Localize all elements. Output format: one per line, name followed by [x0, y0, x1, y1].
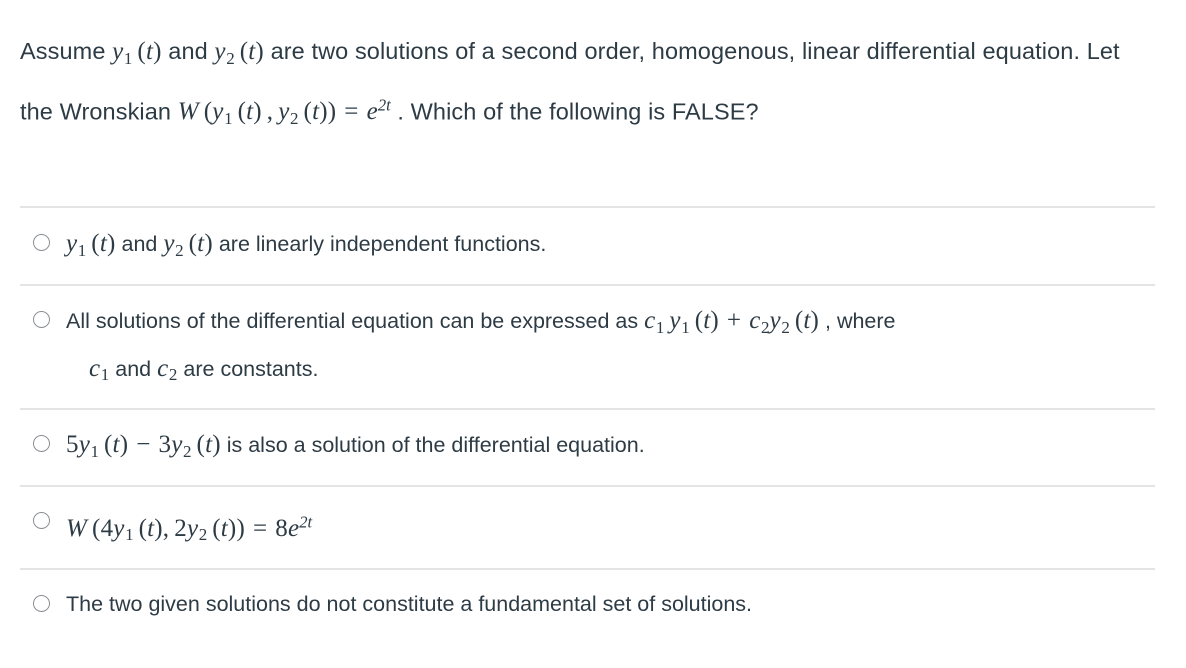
answer-2-second-line: c1 and c2 are constants. — [66, 348, 1151, 396]
math-var-t: t — [803, 306, 811, 334]
answer-option-2-text: All solutions of the differential equati… — [66, 300, 1155, 396]
stem-text-part-3: are two solutions of a second order, hom… — [263, 38, 796, 64]
answer-option-3-text: 5y1 (t) −3y2 (t) is also a solution of the … — [66, 424, 1155, 472]
math-wronskian-scaled: W (4y1 (t), 2y2 (t)) = 8e2t — [66, 512, 313, 545]
math-sub-2: 2 — [290, 109, 299, 129]
answer-option-4[interactable]: W (4y1 (t), 2y2 (t)) = 8e2t — [20, 485, 1155, 568]
math-var-y1: y — [669, 306, 681, 334]
stem-text-part-5: . Which — [390, 98, 477, 125]
math-sub-2: 2 — [761, 317, 770, 337]
math-coefficient-3: 3 — [158, 431, 172, 459]
stem-text-part-1: Assume — [20, 38, 113, 64]
math-var-c: c — [749, 306, 761, 334]
math-exponent-2t: 2t — [299, 512, 313, 532]
math-var-c: c — [157, 354, 169, 382]
math-var-y2: y — [214, 38, 226, 65]
math-sub-1: 1 — [77, 240, 87, 260]
math-c2: c2 — [157, 354, 177, 385]
math-equals: = — [252, 514, 268, 542]
math-c1-y1-plus-c2-y2: c1 y1 (t) + c2y2 (t) — [644, 306, 820, 337]
radio-button-icon[interactable] — [33, 310, 50, 328]
math-var-y2: y — [769, 306, 781, 334]
math-exponent-2t: 2t — [377, 95, 391, 115]
math-sub-2: 2 — [781, 317, 790, 337]
math-var-c: c — [644, 306, 656, 334]
math-sub-1: 1 — [125, 525, 134, 545]
math-sub-1: 1 — [224, 109, 233, 129]
radio-button-icon[interactable] — [33, 512, 50, 530]
math-var-y1: y — [112, 38, 124, 65]
stem-text-part-2: and — [161, 38, 215, 64]
radio-button-icon[interactable] — [33, 435, 50, 453]
answer-options-list: y1 (t) and y2 (t) are linearly independent… — [0, 206, 1186, 638]
math-sub-2: 2 — [175, 240, 184, 260]
math-var-e: e — [366, 98, 378, 126]
answer-2-tail: , where — [819, 308, 896, 333]
stem-text-part-6: of the following is FALSE? — [483, 98, 759, 125]
math-equals: = — [344, 98, 359, 126]
radio-button-icon[interactable] — [33, 595, 50, 613]
answer-option-1-text: y1 (t) and y2 (t) are linearly independent… — [66, 223, 1155, 271]
math-coefficient-5: 5 — [66, 431, 79, 459]
math-wronskian-expression: W (y1 (t), y2 (t)) = e2t — [177, 95, 391, 129]
answer-3-tail: is also a solution of the differential e… — [220, 433, 645, 458]
answer-2-line2-and: and — [109, 356, 158, 381]
math-coefficient-4: 4 — [100, 514, 114, 542]
math-var-W: W — [177, 98, 199, 126]
answer-2-lead: All solutions of the differential equati… — [66, 308, 645, 333]
math-var-e: e — [288, 514, 300, 542]
radio-button-icon[interactable] — [33, 234, 50, 252]
math-y1-of-t: y1 (t) — [66, 230, 116, 260]
math-sub-2: 2 — [198, 525, 208, 545]
math-var-y1: y — [66, 230, 78, 258]
math-var-y2: y — [278, 98, 290, 126]
math-var-c: c — [89, 354, 101, 382]
math-minus: − — [136, 431, 151, 459]
math-var-t: t — [220, 514, 228, 542]
math-y2-of-t: y2 (t) — [163, 230, 213, 260]
answer-option-2[interactable]: All solutions of the differential equati… — [20, 283, 1155, 409]
answer-1-tail: are linearly independent functions. — [212, 232, 547, 257]
math-5y1-minus-3y2: 5y1 (t) −3y2 (t) — [66, 431, 221, 462]
answer-option-5-text: The two given solutions do not constitut… — [66, 592, 753, 617]
math-var-y2: y — [163, 230, 175, 258]
math-y2-of-t: y2 (t) — [214, 38, 264, 68]
math-sub-1: 1 — [681, 317, 690, 337]
math-var-W: W — [66, 514, 88, 542]
math-sub-1: 1 — [123, 48, 133, 68]
answer-option-4-text: W (4y1 (t), 2y2 (t)) = 8e2t — [66, 501, 1155, 555]
math-var-t: t — [99, 230, 107, 258]
math-sub-1: 1 — [655, 317, 665, 337]
math-sub-2: 2 — [183, 442, 192, 462]
answer-option-5[interactable]: The two given solutions do not constitut… — [20, 568, 1155, 638]
answer-option-1[interactable]: y1 (t) and y2 (t) are linearly independent… — [20, 206, 1155, 284]
answer-1-mid: and — [115, 232, 164, 257]
math-var-y2: y — [171, 431, 183, 459]
math-coefficient-2: 2 — [174, 514, 187, 542]
question-stem: Assume y1 (t) and y2 (t) are two solutions… — [0, 0, 1186, 142]
math-var-y1: y — [113, 514, 125, 542]
math-sub-2: 2 — [226, 48, 235, 68]
math-c1: c1 — [89, 354, 109, 385]
math-var-t: t — [112, 431, 120, 459]
math-var-y1: y — [78, 431, 90, 459]
math-sub-1: 1 — [90, 442, 100, 462]
quiz-question: Assume y1 (t) and y2 (t) are two solutions… — [0, 0, 1186, 638]
math-coefficient-8: 8 — [275, 514, 288, 542]
answer-2-line2-tail: are constants. — [177, 356, 319, 381]
math-var-y1: y — [212, 98, 224, 126]
math-plus: + — [726, 306, 742, 334]
math-y1-of-t: y1 (t) — [112, 38, 162, 68]
answer-option-3[interactable]: 5y1 (t) −3y2 (t) is also a solution of the … — [20, 408, 1155, 485]
math-var-y2: y — [186, 514, 199, 542]
